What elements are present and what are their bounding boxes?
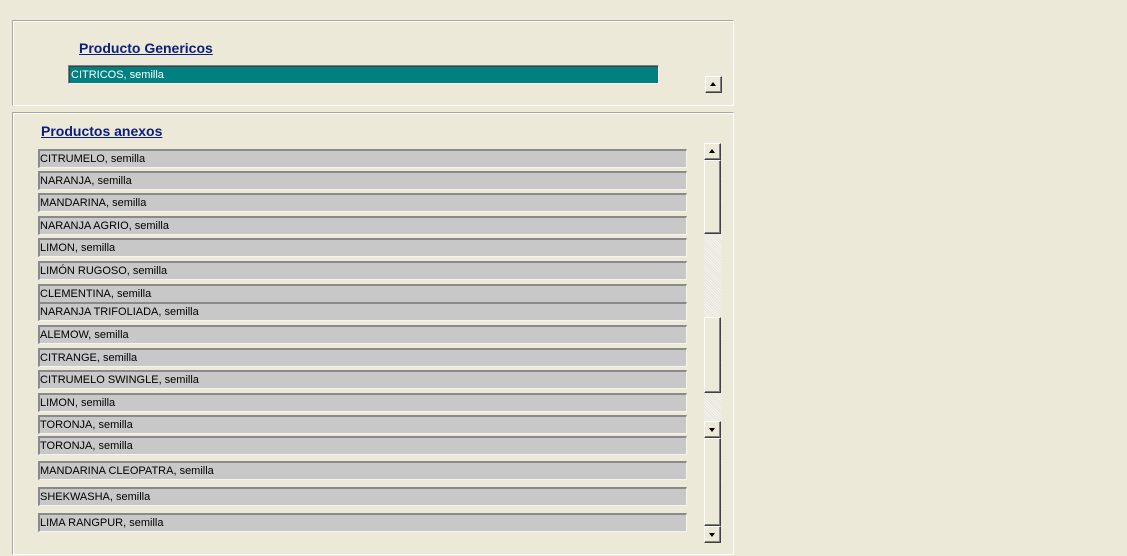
annex-list-item[interactable]: ALEMOW, semilla: [38, 325, 687, 344]
arrow-down-icon: [709, 428, 715, 432]
annex-list-item[interactable]: CITRUMELO SWINGLE, semilla: [38, 370, 687, 389]
generic-scroll-up-button[interactable]: [705, 76, 722, 93]
scrollbar-thumb[interactable]: [704, 160, 721, 234]
annex-list-item[interactable]: TORONJA, semilla: [38, 415, 687, 434]
annex-list-item[interactable]: NARANJA TRIFOLIADA, semilla: [38, 302, 687, 321]
annex-list-item[interactable]: CLEMENTINA, semilla: [38, 284, 687, 303]
scrollbar-thumb[interactable]: [704, 317, 721, 393]
arrow-up-icon: [709, 149, 715, 153]
annex-scrollbar[interactable]: [704, 143, 722, 543]
arrow-down-icon: [709, 533, 715, 537]
annex-list-item[interactable]: LIMON, semilla: [38, 238, 687, 257]
annex-list-item[interactable]: NARANJA AGRIO, semilla: [38, 216, 687, 235]
arrow-up-icon: [710, 82, 716, 86]
annex-scroll-down-button-mid[interactable]: [704, 421, 721, 438]
annex-products-title: Productos anexos: [41, 123, 163, 139]
annex-list-item[interactable]: LIMA RANGPUR, semilla: [38, 513, 687, 532]
generic-product-selected-field[interactable]: CITRICOS, semilla: [68, 65, 659, 84]
annex-list-item[interactable]: NARANJA, semilla: [38, 171, 687, 190]
annex-products-panel: Productos anexos CITRUMELO, semilla NARAN…: [12, 112, 734, 555]
annex-list-item[interactable]: CITRUMELO, semilla: [38, 149, 687, 168]
generic-product-title: Producto Genericos: [79, 40, 213, 56]
annex-list-item[interactable]: LIMÓN RUGOSO, semilla: [38, 261, 687, 280]
annex-list-item[interactable]: MANDARINA, semilla: [38, 193, 687, 212]
annex-list-item[interactable]: SHEKWASHA, semilla: [38, 487, 687, 506]
generic-product-panel: Producto Genericos CITRICOS, semilla: [12, 20, 734, 106]
annex-list-item[interactable]: LIMON, semilla: [38, 393, 687, 412]
annex-list-item[interactable]: MANDARINA CLEOPATRA, semilla: [38, 461, 687, 480]
annex-scroll-up-button[interactable]: [704, 143, 721, 160]
annex-scroll-down-button[interactable]: [704, 526, 721, 543]
annex-list-item[interactable]: CITRANGE, semilla: [38, 348, 687, 367]
annex-list-item[interactable]: TORONJA, semilla: [38, 436, 687, 455]
scrollbar-thumb[interactable]: [704, 438, 721, 526]
